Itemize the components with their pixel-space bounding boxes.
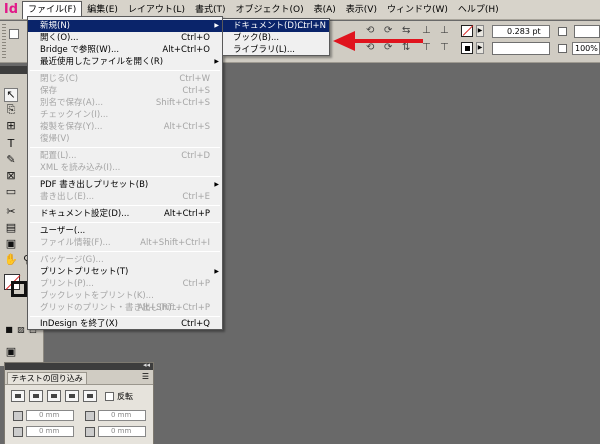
menu-item-print-presets[interactable]: プリントプリセット(T) ▶ [28, 266, 222, 278]
menu-item-open[interactable]: 開く(O)... Ctrl+O [28, 32, 222, 44]
text-wrap-tab[interactable]: テキストの回り込み [7, 372, 87, 384]
note-tool-icon[interactable]: ▣ [4, 238, 18, 252]
menu-item-pdf-presets[interactable]: PDF 書き出しプリセット(B) ▶ [28, 179, 222, 191]
menu-help[interactable]: ヘルプ(H) [453, 1, 504, 19]
top-offset-field[interactable]: 0 mm [26, 410, 74, 421]
submenu-item-document[interactable]: ドキュメント(D)... Ctrl+N [223, 20, 329, 32]
new-submenu: ドキュメント(D)... Ctrl+N ブック(B)... ライブラリ(L)... [222, 18, 330, 56]
stroke-swatch-dropdown[interactable]: ▶ [476, 42, 484, 54]
menu-item-export[interactable]: 書き出し(E)... Ctrl+E [28, 191, 222, 203]
submenu-arrow-icon: ▶ [214, 58, 219, 65]
top-offset-icon [13, 411, 23, 421]
hand-tool-icon[interactable]: ✋ [4, 254, 18, 268]
text-wrap-panel: ◂◂ テキストの回り込み ☰ 反転 0 mm 0 mm 0 mm 0 mm [4, 361, 154, 444]
wrap-bounding-box-button[interactable] [29, 390, 43, 402]
type-tool-icon[interactable]: T [4, 138, 18, 152]
submenu-item-book[interactable]: ブック(B)... [223, 32, 329, 44]
text-wrap-panel-header[interactable]: ◂◂ [5, 361, 153, 370]
menu-item-user[interactable]: ユーザー(... [28, 225, 222, 237]
menu-window[interactable]: ウィンドウ(W) [382, 1, 453, 19]
indesign-logo-icon: Id [3, 2, 19, 17]
panel-collapse-icon[interactable]: ◂◂ [143, 361, 150, 369]
menu-item-revert[interactable]: 復帰(V) [28, 133, 222, 145]
submenu-item-library[interactable]: ライブラリ(L)... [223, 44, 329, 56]
right-offset-field[interactable]: 0 mm [98, 426, 146, 437]
menu-item-browse-bridge[interactable]: Bridge で参照(W)... Alt+Ctrl+O [28, 44, 222, 56]
stroke-type-select[interactable] [492, 42, 550, 55]
menu-item-check-in[interactable]: チェックイン(I)... [28, 109, 222, 121]
left-offset-field[interactable]: 0 mm [98, 410, 146, 421]
menu-item-save-copy[interactable]: 複製を保存(Y)... Alt+Ctrl+S [28, 121, 222, 133]
file-menu-dropdown: 新規(N) ▶ 開く(O)... Ctrl+O Bridge で参照(W)... Al… [27, 16, 223, 330]
rectangle-frame-tool-icon[interactable]: ⊠ [4, 170, 18, 184]
menu-item-save[interactable]: 保存 Ctrl+S [28, 85, 222, 97]
content-collector-icon[interactable]: ⊞ [4, 120, 18, 134]
menu-separator [30, 147, 220, 148]
pen-tool-icon[interactable]: ✎ [4, 154, 18, 168]
bottom-offset-field[interactable]: 0 mm [26, 426, 74, 437]
jump-to-next-column-button[interactable] [83, 390, 97, 402]
text-wrap-title: テキストの回り込み [11, 374, 83, 383]
menu-separator [30, 205, 220, 206]
no-wrap-button[interactable] [11, 390, 25, 402]
menu-item-file-info[interactable]: ファイル情報(F)... Alt+Shift+Ctrl+I [28, 237, 222, 249]
screen-mode-icon[interactable]: ▣ [4, 346, 18, 360]
menu-item-document-setup[interactable]: ドキュメント設定(D)... Alt+Ctrl+P [28, 208, 222, 220]
selection-tool-icon[interactable]: ↖ [4, 88, 18, 102]
text-wrap-body: 反転 0 mm 0 mm 0 mm 0 mm [5, 384, 153, 444]
submenu-arrow-icon: ▶ [214, 181, 219, 188]
fill-swatch-dropdown[interactable]: ▶ [476, 25, 484, 37]
distribute-center-icon[interactable]: ⊤ [440, 42, 449, 53]
menu-separator [30, 316, 220, 317]
menu-item-import-xml[interactable]: XML を読み込み(I)... [28, 162, 222, 174]
menu-view[interactable]: 表示(V) [341, 1, 382, 19]
bottom-offset-icon [13, 427, 23, 437]
distribute-icon[interactable]: ⊥ [440, 25, 449, 36]
menu-item-package[interactable]: パッケージ(G)... [28, 254, 222, 266]
menu-object[interactable]: オブジェクト(O) [231, 1, 309, 19]
menu-item-open-recent[interactable]: 最近使用したファイルを開く(R) ▶ [28, 56, 222, 68]
scissors-tool-icon[interactable]: ✂ [4, 206, 18, 220]
stroke-indicator-icon[interactable] [11, 281, 27, 297]
menu-item-save-as[interactable]: 別名で保存(A)... Shift+Ctrl+S [28, 97, 222, 109]
scale-checkbox[interactable] [558, 44, 567, 53]
jump-object-button[interactable] [65, 390, 79, 402]
menu-separator [30, 176, 220, 177]
scale-y-field[interactable]: 100% [572, 42, 600, 55]
page-tool-icon[interactable]: ⎘ [4, 104, 18, 118]
menu-item-new[interactable]: 新規(N) ▶ [28, 20, 222, 32]
invert-label: 反転 [117, 392, 133, 401]
annotation-arrow-icon [333, 31, 423, 51]
menu-item-print-booklet[interactable]: ブックレットをプリント(K)... [28, 290, 222, 302]
gradient-tool-icon[interactable]: ▤ [4, 222, 18, 236]
menu-separator [30, 222, 220, 223]
left-offset-icon [85, 411, 95, 421]
menu-table[interactable]: 表(A) [309, 1, 341, 19]
right-offset-icon [85, 427, 95, 437]
stroke-weight-field[interactable]: 0.283 pt [492, 25, 550, 38]
autofit-checkbox[interactable] [558, 27, 567, 36]
menu-separator [30, 70, 220, 71]
menu-item-place[interactable]: 配置(L)... Ctrl+D [28, 150, 222, 162]
menu-separator [30, 251, 220, 252]
reference-point-icon[interactable] [9, 29, 19, 39]
scale-x-field[interactable] [574, 25, 600, 38]
menu-item-quit[interactable]: InDesign を終了(X) Ctrl+Q [28, 318, 222, 330]
panel-menu-icon[interactable]: ☰ [142, 372, 149, 381]
menu-item-print-grid[interactable]: グリッドのプリント・書き出し(R)... Alt+Shift+Ctrl+P [28, 302, 222, 314]
invert-checkbox[interactable] [105, 392, 114, 401]
wrap-object-shape-button[interactable] [47, 390, 61, 402]
stroke-swatch[interactable] [461, 42, 473, 54]
menu-item-close[interactable]: 閉じる(C) Ctrl+W [28, 73, 222, 85]
menu-item-print[interactable]: プリント(P)... Ctrl+P [28, 278, 222, 290]
control-bar-grip[interactable] [2, 24, 6, 60]
submenu-arrow-icon: ▶ [214, 22, 219, 29]
rectangle-tool-icon[interactable]: ▭ [4, 186, 18, 200]
fill-swatch[interactable] [461, 25, 473, 37]
submenu-arrow-icon: ▶ [214, 268, 219, 275]
